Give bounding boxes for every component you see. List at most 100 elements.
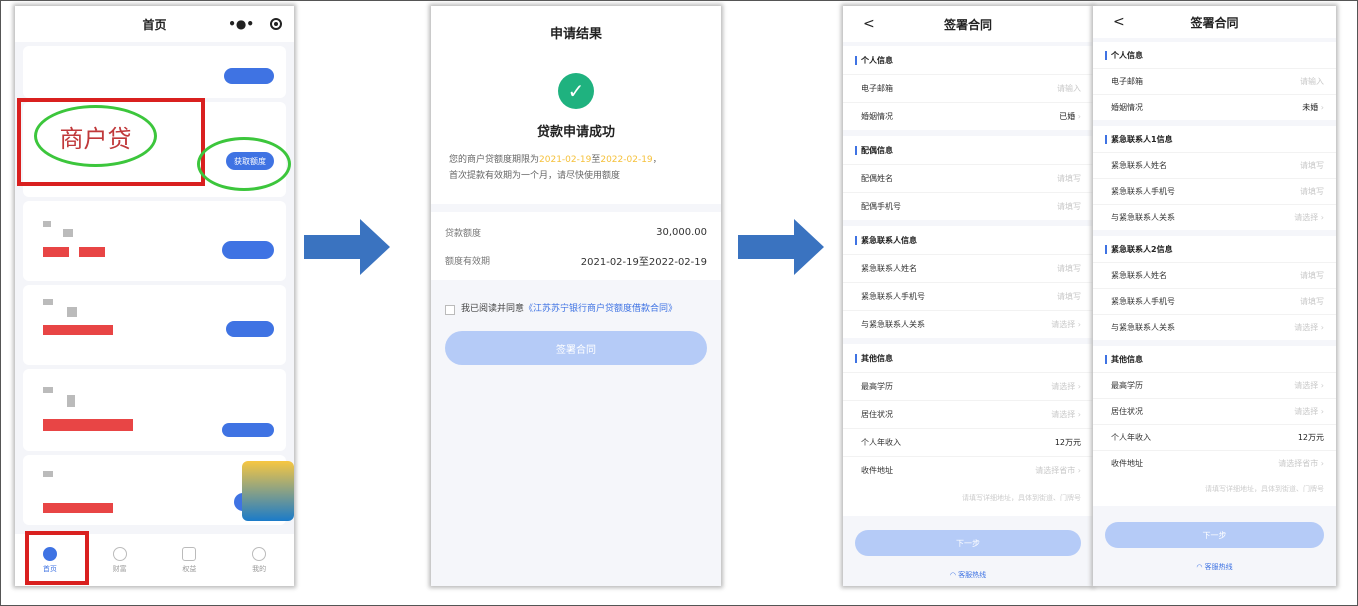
contract-link[interactable]: 《江苏苏宁银行商户贷额度借款合同》 xyxy=(524,304,677,314)
field-value[interactable]: 请填写 xyxy=(1057,264,1081,273)
field-value[interactable]: 请选择 xyxy=(1294,381,1318,390)
product-card[interactable] xyxy=(23,201,286,281)
form-row[interactable]: 个人年收入 12万元 xyxy=(1093,424,1336,450)
chevron-right-icon: › xyxy=(1075,382,1081,391)
product-card[interactable] xyxy=(23,369,286,451)
field-value[interactable]: 请选择省市 xyxy=(1035,466,1075,475)
status-message: 您的商户贷额度期限为2021-02-19至2022-02-19， 首次提款有效期为… xyxy=(449,155,662,181)
form-row[interactable]: 紧急联系人姓名 请填写 xyxy=(1093,152,1336,178)
field-value[interactable]: 请填写 xyxy=(1300,161,1324,170)
field-label: 最高学历 xyxy=(861,382,893,391)
target-icon[interactable] xyxy=(270,18,282,30)
field-value[interactable]: 请选择 xyxy=(1294,323,1318,332)
form-row[interactable]: 最高学历 请选择 › xyxy=(843,372,1093,400)
page-title: 首页 xyxy=(142,17,167,32)
form-section: 其他信息 最高学历 请选择 › 居住状况 请选择 › 个人年收入 12万元 收件地址 请选择省市… xyxy=(843,344,1093,516)
form-row[interactable]: 配偶姓名 请填写 xyxy=(843,164,1093,192)
form-row[interactable]: 与紧急联系人关系 请选择 › xyxy=(1093,204,1336,230)
field-value[interactable]: 请选择 xyxy=(1051,410,1075,419)
form-row[interactable]: 个人年收入 12万元 xyxy=(843,428,1093,456)
field-value[interactable]: 请填写 xyxy=(1300,271,1324,280)
field-value[interactable]: 请填写 xyxy=(1057,174,1081,183)
product-card[interactable] xyxy=(23,46,286,98)
form-section: 其他信息 最高学历 请选择 › 居住状况 请选择 › 个人年收入 12万元 收件地址 请选择省市… xyxy=(1093,346,1336,506)
chevron-right-icon: › xyxy=(1318,407,1324,416)
form-row[interactable]: 电子邮箱 请输入 xyxy=(843,74,1093,102)
tab-wealth[interactable]: 财富 xyxy=(112,546,127,574)
form-row[interactable]: 紧急联系人手机号 请填写 xyxy=(843,282,1093,310)
field-value[interactable]: 请填写 xyxy=(1057,202,1081,211)
address-detail-input[interactable]: 请填写详细地址，具体到街道、门牌号 xyxy=(843,484,1093,516)
product-button[interactable] xyxy=(222,241,274,259)
section-title: 个人信息 xyxy=(843,46,1093,74)
form-row[interactable]: 与紧急联系人关系 请选择 › xyxy=(1093,314,1336,340)
form-row[interactable]: 居住状况 请选择 › xyxy=(843,400,1093,428)
back-chevron-icon[interactable]: < xyxy=(863,16,875,32)
product-button[interactable] xyxy=(224,68,274,84)
form-row[interactable]: 配偶手机号 请填写 xyxy=(843,192,1093,220)
form-row[interactable]: 居住状况 请选择 › xyxy=(1093,398,1336,424)
field-value[interactable]: 请选择 xyxy=(1294,213,1318,222)
field-value[interactable]: 请填写 xyxy=(1057,292,1081,301)
sign-contract-button[interactable]: 签署合同 xyxy=(445,331,707,365)
wealth-icon xyxy=(112,546,127,561)
field-value[interactable]: 请选择 xyxy=(1051,320,1075,329)
field-value[interactable]: 请填写 xyxy=(1300,297,1324,306)
field-value[interactable]: 请选择 xyxy=(1051,382,1075,391)
field-label: 收件地址 xyxy=(861,466,893,475)
annotation-circle xyxy=(197,137,291,191)
back-chevron-icon[interactable]: < xyxy=(1113,14,1125,30)
tab-benefits[interactable]: 权益 xyxy=(182,546,197,574)
section-title: 紧急联系人2信息 xyxy=(1093,236,1336,262)
form-row[interactable]: 婚姻情况 已婚 › xyxy=(843,102,1093,130)
field-value[interactable]: 请输入 xyxy=(1057,84,1081,93)
next-button[interactable]: 下一步 xyxy=(855,530,1081,556)
field-value[interactable]: 未婚 xyxy=(1302,103,1318,112)
form-row[interactable]: 紧急联系人姓名 请填写 xyxy=(1093,262,1336,288)
chevron-right-icon: › xyxy=(1075,466,1081,475)
product-button[interactable] xyxy=(222,423,274,437)
field-value[interactable]: 请选择省市 xyxy=(1278,459,1318,468)
form-row[interactable]: 最高学历 请选择 › xyxy=(1093,372,1336,398)
form-section: 紧急联系人信息 紧急联系人姓名 请填写 紧急联系人手机号 请填写 与紧急联系人关系 请选择 … xyxy=(843,226,1093,338)
section-title: 其他信息 xyxy=(1093,346,1336,372)
field-value[interactable]: 12万元 xyxy=(1055,438,1081,447)
hotline-link[interactable]: ◠ 客服热线 xyxy=(843,570,1093,580)
form-row[interactable]: 紧急联系人手机号 请填写 xyxy=(1093,288,1336,314)
field-value[interactable]: 已婚 xyxy=(1059,112,1075,121)
field-value[interactable]: 请选择 xyxy=(1294,407,1318,416)
form-row[interactable]: 婚姻情况 未婚 › xyxy=(1093,94,1336,120)
form-row[interactable]: 收件地址 请选择省市 › xyxy=(1093,450,1336,476)
address-detail-input[interactable]: 请填写详细地址，具体到街道、门牌号 xyxy=(1093,476,1336,506)
field-label: 与紧急联系人关系 xyxy=(1111,323,1175,332)
next-button[interactable]: 下一步 xyxy=(1105,522,1324,548)
product-button[interactable] xyxy=(226,321,274,337)
form-row[interactable]: 紧急联系人姓名 请填写 xyxy=(843,254,1093,282)
form-row[interactable]: 与紧急联系人关系 请选择 › xyxy=(843,310,1093,338)
chevron-right-icon: › xyxy=(1075,410,1081,419)
agree-checkbox[interactable] xyxy=(445,305,455,315)
arrow-right-icon xyxy=(304,219,390,275)
field-label: 居住状况 xyxy=(861,410,893,419)
form-row[interactable]: 电子邮箱 请输入 xyxy=(1093,68,1336,94)
form-section: 配偶信息 配偶姓名 请填写 配偶手机号 请填写 xyxy=(843,136,1093,220)
more-dots-icon[interactable]: •●• xyxy=(228,17,254,31)
status-title: 贷款申请成功 xyxy=(536,125,615,140)
field-value[interactable]: 12万元 xyxy=(1298,433,1324,442)
field-label: 电子邮箱 xyxy=(861,84,893,93)
section-title: 个人信息 xyxy=(1093,42,1336,68)
check-circle-icon: ✓ xyxy=(558,73,594,109)
agreement: 我已阅读并同意《江苏苏宁银行商户贷额度借款合同》 xyxy=(431,280,721,317)
hotline-link[interactable]: ◠ 客服热线 xyxy=(1093,562,1336,572)
chevron-right-icon: › xyxy=(1318,213,1324,222)
field-value[interactable]: 请输入 xyxy=(1300,77,1324,86)
product-card[interactable] xyxy=(23,285,286,365)
sign-contract-screen-married: < 签署合同 个人信息 电子邮箱 请输入 婚姻情况 已婚 › 配偶信息 配偶姓名 请填写 配偶手机号… xyxy=(843,6,1093,586)
promo-badge[interactable] xyxy=(242,461,294,521)
field-value[interactable]: 请填写 xyxy=(1300,187,1324,196)
tab-mine[interactable]: 我的 xyxy=(252,546,267,574)
page-title: 签署合同 xyxy=(943,17,992,32)
form-row[interactable]: 收件地址 请选择省市 › xyxy=(843,456,1093,484)
form-row[interactable]: 紧急联系人手机号 请填写 xyxy=(1093,178,1336,204)
field-label: 配偶手机号 xyxy=(861,202,901,211)
